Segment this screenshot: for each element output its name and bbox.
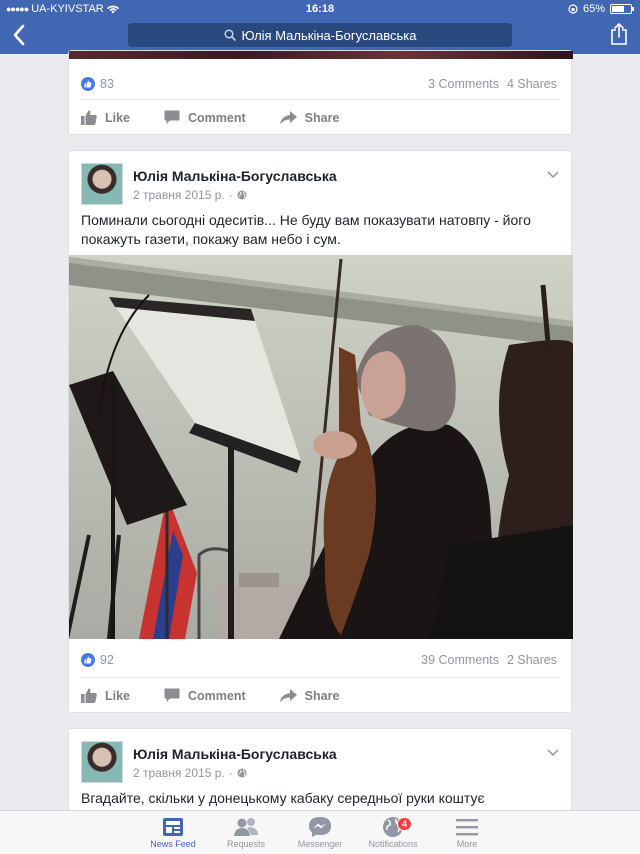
post-author[interactable]: Юлія Малькіна-Богуславська [133, 168, 337, 184]
tab-notifications[interactable]: 4 Notifications [356, 815, 430, 849]
tab-label: News Feed [150, 839, 196, 849]
post-header: Юлія Малькіна-Богуславська 2 травня 2015… [81, 741, 559, 785]
post-meta: 2 травня 2015 р. · [133, 188, 247, 202]
post-date[interactable]: 2 травня 2015 р. [133, 766, 225, 780]
post-card: Юлія Малькіна-Богуславська 2 травня 2015… [68, 150, 573, 713]
tab-label: Notifications [368, 839, 418, 849]
tab-messenger[interactable]: Messenger [283, 815, 357, 849]
status-bar: ●●●●● UA-KYIVSTAR 16:18 65% [0, 0, 640, 18]
battery-percent: 65% [582, 3, 605, 15]
tab-news-feed[interactable]: News Feed [136, 815, 210, 849]
friend-requests-icon [234, 818, 258, 836]
share-arrow-icon [279, 110, 297, 124]
like-count-icon [81, 77, 95, 91]
post-actions: Like Comment Share [81, 688, 559, 703]
post-counts: 83 3 Comments 4 Shares [81, 77, 557, 91]
share-label: Share [304, 110, 340, 125]
menu-icon [456, 819, 478, 836]
post-card: Юлія Малькіна-Богуславська 2 травня 2015… [68, 728, 572, 818]
globe-privacy-icon [237, 768, 247, 778]
post-image[interactable] [69, 51, 573, 59]
like-count[interactable]: 83 [100, 77, 114, 91]
tab-requests[interactable]: Requests [209, 815, 283, 849]
share-button[interactable]: Share [279, 110, 340, 125]
post-card: 83 3 Comments 4 Shares Like Comment Shar… [68, 50, 573, 135]
chevron-down-icon[interactable] [547, 747, 559, 757]
search-field[interactable]: Юлія Малькіна-Богуславська [128, 23, 512, 47]
search-icon [223, 29, 236, 41]
comments-count[interactable]: 39 Comments [421, 653, 499, 667]
comments-count[interactable]: 3 Comments [428, 77, 499, 91]
comment-button[interactable]: Comment [164, 688, 246, 703]
post-actions: Like Comment Share [81, 110, 559, 125]
tab-label: Requests [226, 839, 266, 849]
post-meta: 2 травня 2015 р. · [133, 766, 247, 780]
tab-label: More [456, 839, 478, 849]
like-count-icon [81, 653, 95, 667]
search-query: Юлія Малькіна-Богуславська [241, 27, 417, 43]
bottom-tab-bar: News Feed Requests Messenger 4 Notificat… [0, 810, 640, 854]
comment-label: Comment [188, 110, 246, 125]
news-feed-icon [163, 818, 183, 836]
share-button[interactable]: Share [279, 688, 340, 703]
shares-count[interactable]: 2 Shares [507, 653, 557, 667]
notification-badge: 4 [397, 817, 413, 831]
like-label: Like [105, 110, 131, 125]
post-text: Поминали сьогодні одеситів... Не буду ва… [81, 212, 531, 247]
post-author[interactable]: Юлія Малькіна-Богуславська [133, 746, 337, 762]
tab-more[interactable]: More [430, 815, 504, 849]
like-button[interactable]: Like [81, 110, 130, 125]
back-button[interactable] [12, 24, 32, 46]
violinist-photo [69, 255, 573, 639]
globe-privacy-icon [237, 190, 247, 200]
shares-count[interactable]: 4 Shares [507, 77, 557, 91]
comment-label: Comment [188, 688, 246, 703]
post-date[interactable]: 2 травня 2015 р. [133, 188, 225, 202]
chevron-down-icon[interactable] [547, 169, 559, 179]
battery-icon [610, 4, 634, 14]
meta-dot: · [228, 766, 233, 780]
like-button[interactable]: Like [81, 688, 130, 703]
rotation-lock-icon [568, 4, 578, 14]
meta-dot: · [228, 188, 233, 202]
top-navigation-bar: ●●●●● UA-KYIVSTAR 16:18 65% Юлія Малькін… [0, 0, 640, 54]
post-counts: 92 39 Comments 2 Shares [81, 653, 557, 667]
share-icon [611, 23, 627, 45]
thumbs-up-icon [81, 110, 97, 125]
comment-icon [164, 110, 180, 124]
post-text: Вгадайте, скільки у донецькому кабаку се… [81, 790, 485, 806]
status-time: 16:18 [305, 3, 335, 15]
share-label: Share [304, 688, 340, 703]
post-header: Юлія Малькіна-Богуславська 2 травня 2015… [81, 163, 559, 207]
avatar[interactable] [81, 163, 123, 205]
comment-icon [164, 688, 180, 702]
divider [81, 99, 559, 100]
thumbs-up-icon [81, 688, 97, 703]
messenger-icon [309, 817, 331, 837]
avatar[interactable] [81, 741, 123, 783]
divider [81, 677, 559, 678]
comment-button[interactable]: Comment [164, 110, 246, 125]
chevron-left-icon [13, 24, 25, 46]
tab-label: Messenger [297, 839, 343, 849]
post-photo[interactable] [69, 255, 573, 639]
like-label: Like [105, 688, 131, 703]
share-page-button[interactable] [610, 22, 628, 46]
like-count[interactable]: 92 [100, 653, 114, 667]
share-arrow-icon [279, 688, 297, 702]
